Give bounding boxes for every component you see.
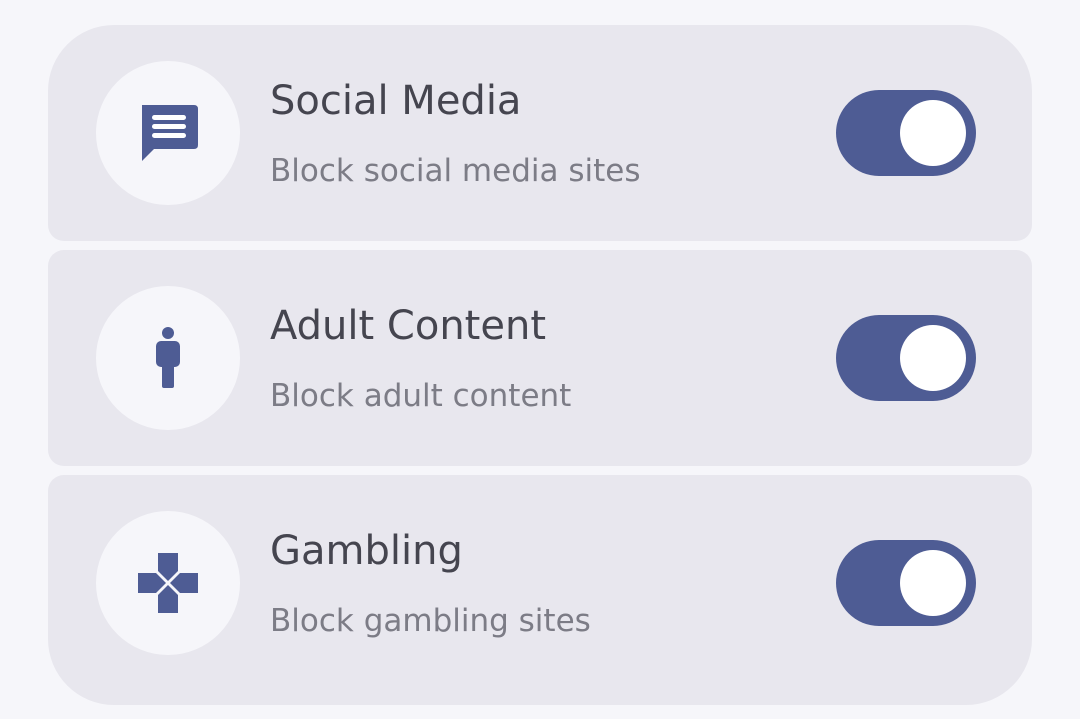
gambling-toggle[interactable] [836, 540, 976, 626]
filter-card-gambling[interactable]: Gambling Block gambling sites [48, 475, 1032, 705]
filter-subtitle: Block social media sites [270, 153, 641, 189]
gamepad-icon [138, 553, 198, 613]
filter-subtitle: Block gambling sites [270, 603, 591, 639]
filter-title: Adult Content [270, 303, 546, 349]
person-icon [156, 327, 180, 388]
filter-card-adult-content[interactable]: Adult Content Block adult content [48, 250, 1032, 466]
icon-circle [96, 511, 240, 655]
filter-title: Social Media [270, 78, 522, 124]
toggle-knob [900, 100, 966, 166]
filter-title: Gambling [270, 528, 463, 574]
filter-card-social-media[interactable]: Social Media Block social media sites [48, 25, 1032, 241]
toggle-knob [900, 550, 966, 616]
chat-message-icon [142, 105, 198, 161]
social-media-toggle[interactable] [836, 90, 976, 176]
adult-content-toggle[interactable] [836, 315, 976, 401]
icon-circle [96, 286, 240, 430]
toggle-knob [900, 325, 966, 391]
filter-subtitle: Block adult content [270, 378, 572, 414]
icon-circle [96, 61, 240, 205]
